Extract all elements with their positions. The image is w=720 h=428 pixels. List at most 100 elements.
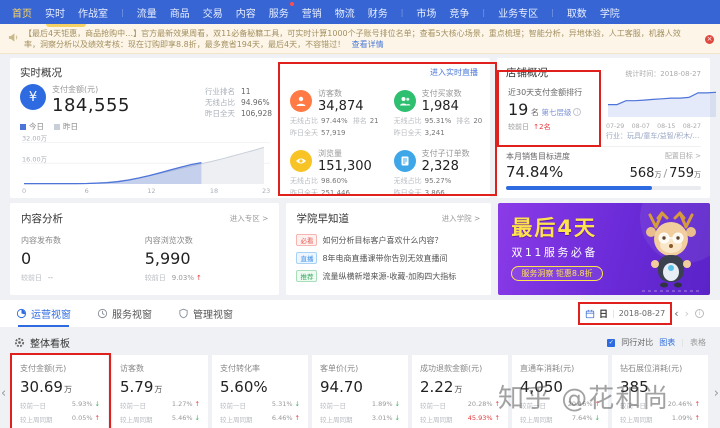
shield-icon — [179, 308, 188, 319]
metric-card-4[interactable]: 客单价(元) 94.70 较前一日 1.89% ↓ 较上周同期 3.01% ↓ — [312, 355, 408, 428]
buyer-icon — [393, 90, 416, 112]
date-value[interactable]: 2018-08-27 — [619, 309, 666, 318]
nav-item-财务[interactable]: 财务 — [368, 5, 388, 20]
nav-divider: | — [551, 7, 554, 17]
metric-card-2[interactable]: 访客数 5.79万 较前一日 1.27% ↑ 较上周同期 5.46% ↓ — [112, 355, 208, 428]
rank-level: 第七层级 — [541, 108, 572, 117]
stat-text: 支付子订单数 2,328 — [422, 148, 470, 174]
active-tab-indicator — [46, 24, 86, 27]
nav-item-服务[interactable]: 服务 — [269, 1, 294, 20]
cards-next-arrow[interactable]: › — [714, 386, 719, 401]
axis-tick: 08-07 — [631, 123, 650, 130]
summary-value: 106,928 — [240, 109, 272, 118]
info-icon[interactable]: i — [695, 309, 704, 318]
nav-item-营销[interactable]: 营销 — [302, 5, 322, 20]
delta-value: 0.05% — [71, 414, 93, 422]
delta-value: 1.09% — [671, 414, 693, 422]
delta-value: 20.46% — [667, 400, 693, 408]
divider — [506, 146, 701, 147]
summary-row: 昨日全天 106,928 — [205, 108, 272, 119]
view-chart-toggle[interactable]: 图表 — [659, 337, 675, 348]
academy-item[interactable]: 必看 如何分析目标客户喜欢什么内容？ — [296, 234, 481, 246]
stat-time: 统计时间：2018-08-27 — [625, 70, 701, 78]
arrow-down-icon: ↓ — [194, 414, 200, 422]
stat-delta-row: 较前日 -- — [21, 273, 145, 283]
cards-prev-arrow[interactable]: ‹ — [1, 386, 6, 401]
content-zone-link[interactable]: 进入专区 > — [230, 213, 269, 224]
nav-item-内容[interactable]: 内容 — [236, 5, 256, 20]
nav-item-作战室[interactable]: 作战室 — [78, 5, 108, 20]
nav-item-交易[interactable]: 交易 — [203, 5, 223, 20]
nav-item-流量[interactable]: 流量 — [137, 5, 157, 20]
nav-item-竞争[interactable]: 竞争 — [449, 5, 469, 20]
delta-value-wrap: 1.89% ↓ — [372, 400, 400, 410]
summary-label: 昨日全天 — [204, 109, 235, 118]
academy-item[interactable]: 推荐 流量纵横新增来源-收藏-加购四大指标 — [296, 270, 481, 282]
metric-label: 无线占比 — [393, 117, 422, 125]
tab-operations-view[interactable]: 运营视窗 — [16, 300, 71, 327]
metric-value: 3,241 — [424, 129, 445, 137]
delta-value-wrap: 1.27% ↑ — [172, 400, 200, 410]
metric-card-unit: 万 — [154, 385, 163, 394]
tag-badge: 必看 — [296, 234, 318, 246]
legend-today-label: 今日 — [29, 122, 44, 131]
svg-text:16.00万: 16.00万 — [22, 155, 48, 163]
metric-card-5[interactable]: 成功退款金额(元) 2.22万 较前一日 20.28% ↑ 较上周同期 45.93% ↑ — [412, 355, 508, 428]
academy-link[interactable]: 进入学院 > — [442, 213, 481, 224]
delta-label: 较上周同期 — [320, 416, 353, 424]
tab-management-view[interactable]: 管理视窗 — [178, 300, 233, 327]
rank-chart-block: 07-29 08-07 08-15 08-27 行业：玩具/童车/益智/积木/… — [606, 85, 717, 141]
delta-value: 20.28% — [467, 400, 493, 408]
delta-value-wrap: 20.28% ↑ — [468, 400, 500, 410]
axis-tick: 08-27 — [682, 123, 701, 130]
notification-badge-dot — [289, 1, 294, 6]
date-picker[interactable]: 日 | 2018-08-27 — [577, 302, 673, 325]
academy-item[interactable]: 直播 8年电商直播课带你告别无效直播间 — [296, 252, 481, 264]
calendar-icon — [585, 309, 595, 318]
prev-day-arrow[interactable]: ‹ — [674, 308, 678, 319]
granularity-label[interactable]: 日 — [599, 307, 608, 320]
metric-value: 95.27% — [424, 177, 452, 185]
rank-delta-label: 较前日 — [508, 123, 529, 131]
nav-item-学院[interactable]: 学院 — [600, 5, 620, 20]
metric-card-3[interactable]: 支付转化率 5.60% 较前一日 5.31% ↓ 较上周同期 6.46% ↑ — [212, 355, 308, 428]
next-day-arrow[interactable]: › — [685, 308, 689, 319]
notice-close-icon[interactable]: × — [705, 35, 714, 44]
metric-value: 3,866 — [424, 189, 445, 197]
promo-banner[interactable]: 最后4天 双11服务必备 服务洞察 钜惠8.8折 — [498, 203, 711, 295]
rank-block: 近30天支付金额排行 19 名 第七层级 i 较前日 ↑2名 — [506, 85, 598, 134]
view-table-toggle[interactable]: 表格 — [690, 337, 706, 348]
realtime-panel-title: 实时概况 — [20, 67, 62, 79]
metric-delta-row: 较前一日 5.93% ↓ — [20, 400, 100, 410]
tab-label: 服务视窗 — [112, 310, 152, 321]
configure-goal-link[interactable]: 配置目标 > — [665, 151, 701, 162]
peer-compare-checkbox[interactable]: ✓ — [607, 338, 616, 347]
nav-item-商品[interactable]: 商品 — [170, 5, 190, 20]
delta-label: 较前一日 — [120, 402, 146, 410]
notice-link[interactable]: 查看详情 — [352, 40, 384, 49]
nav-item-物流[interactable]: 物流 — [335, 5, 355, 20]
eye-icon — [290, 150, 312, 172]
stat-value: 1,984 — [421, 99, 459, 114]
deer-mascot-icon — [642, 211, 703, 292]
metric-card-title: 支付金额(元) — [20, 364, 67, 373]
goal-label: 本月销售目标进度 — [506, 152, 570, 161]
delta-label: 较上周同期 — [20, 416, 53, 424]
realtime-live-link[interactable]: 进入实时直播 — [430, 67, 478, 78]
arrow-up-icon: ↑ — [694, 414, 700, 422]
rank-delta-value: 2名 — [539, 123, 551, 131]
stat-value: 151,300 — [318, 159, 372, 174]
realtime-body: ¥ 支付金额(元) 184,555 行业排名 11 无线占比 94.96% 昨日全天 10… — [20, 62, 498, 198]
tab-service-view[interactable]: 服务视窗 — [97, 300, 152, 327]
metric-card-1[interactable]: 支付金额(元) 30.69万 较前一日 5.93% ↓ 较上周同期 0.05% ↑ — [10, 353, 111, 428]
goal-separator: / — [663, 167, 668, 180]
info-icon[interactable]: i — [573, 108, 582, 116]
nav-item-市场[interactable]: 市场 — [416, 5, 436, 20]
metric-card-value: 94.70 — [320, 378, 363, 396]
goal-header: 本月销售目标进度 配置目标 > — [506, 151, 701, 162]
nav-item-业务专区[interactable]: 业务专区 — [498, 5, 538, 20]
nav-item-实时[interactable]: 实时 — [45, 5, 65, 20]
nav-item-首页[interactable]: 首页 — [12, 5, 32, 20]
nav-item-取数[interactable]: 取数 — [567, 5, 587, 20]
rank-block-wrap: 近30天支付金额排行 19 名 第七层级 i 较前日 ↑2名 — [497, 70, 601, 147]
